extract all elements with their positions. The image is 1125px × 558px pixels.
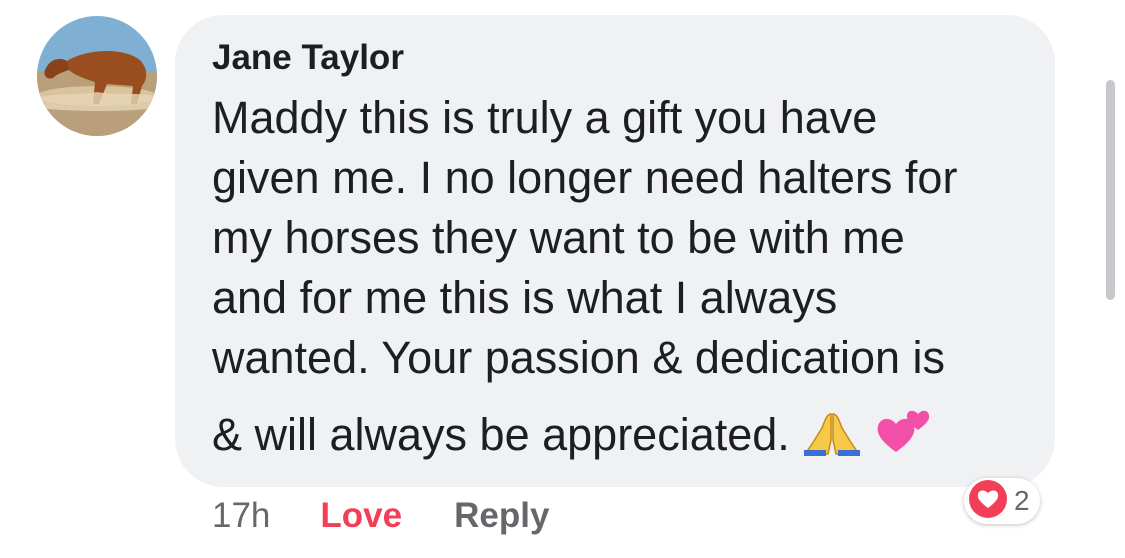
comment-text-line: wanted. Your passion & dedication is — [212, 332, 946, 383]
comment-text-line: my horses they want to be with me — [212, 212, 905, 263]
comment-author[interactable]: Jane Taylor — [212, 38, 404, 78]
reply-button[interactable]: Reply — [454, 496, 549, 536]
timestamp[interactable]: 17h — [212, 496, 270, 536]
avatar[interactable] — [37, 16, 157, 136]
comment-text-line: & will always be appreciated. — [212, 409, 790, 460]
comment-text-line: Maddy this is truly a gift you have — [212, 92, 878, 143]
folded-hands-icon — [802, 410, 862, 471]
scrollbar[interactable] — [1106, 80, 1115, 300]
horse-avatar-icon — [37, 16, 157, 136]
comment-text-line: and for me this is what I always — [212, 272, 838, 323]
love-reaction-icon — [968, 479, 1008, 524]
two-hearts-icon — [874, 406, 934, 471]
love-button[interactable]: Love — [320, 496, 402, 536]
comment-text: Maddy this is truly a gift you have give… — [212, 88, 1042, 471]
reaction-badge[interactable]: 2 — [964, 478, 1040, 524]
comment-text-line: given me. I no longer need halters for — [212, 152, 958, 203]
comment-text-line-last: & will always be appreciated. — [212, 405, 1042, 471]
comment-actions: 17h Love Reply — [212, 496, 549, 536]
reaction-count: 2 — [1014, 485, 1030, 516]
